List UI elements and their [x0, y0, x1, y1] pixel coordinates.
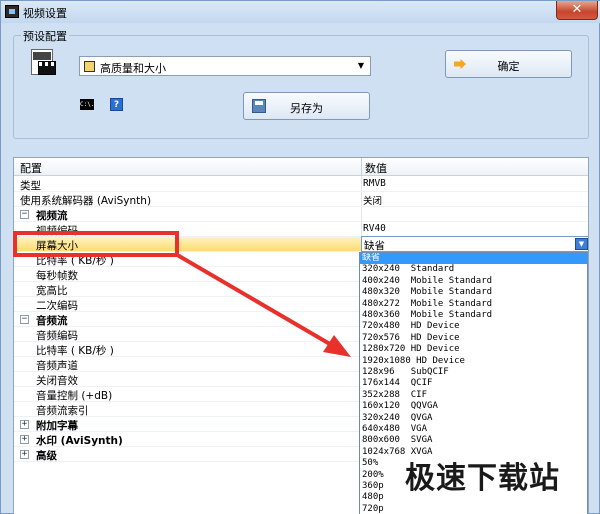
screen-size-select[interactable]: 缺省 ▼	[361, 236, 588, 252]
column-header-value[interactable]: 数值	[365, 160, 387, 176]
expand-icon[interactable]: +	[20, 450, 29, 459]
save-as-button-label: 另存为	[290, 102, 323, 115]
dropdown-option[interactable]: 128x96 SubQCIF	[360, 367, 587, 378]
row-value: RV40	[363, 223, 386, 234]
row-label: 每秒帧数	[36, 270, 78, 282]
preset-select-value: 高质量和大小	[100, 62, 166, 75]
dropdown-option[interactable]: 352x288 CIF	[360, 390, 587, 401]
window-title: 视频设置	[23, 7, 67, 20]
chevron-down-icon[interactable]: ▼	[575, 238, 588, 250]
dropdown-option[interactable]: 320x240 QVGA	[360, 413, 587, 424]
dropdown-option[interactable]: 720x480 HD Device	[360, 321, 587, 332]
grid-row-system-decoder[interactable]: 使用系统解码器 (AviSynth) 关闭	[14, 192, 588, 207]
dropdown-option[interactable]: 800x600 SVGA	[360, 435, 587, 446]
real-tag-icon	[33, 52, 51, 60]
dropdown-option[interactable]: 1280x720 HD Device	[360, 344, 587, 355]
row-label: 音量控制 (+dB)	[36, 390, 113, 402]
row-label: 二次编码	[36, 300, 78, 312]
section-label: 高级	[36, 450, 57, 462]
row-value: RMVB	[363, 178, 386, 189]
close-button[interactable]: ✕	[556, 1, 598, 20]
grid-header: 配置 数值	[14, 158, 588, 176]
dropdown-option[interactable]: 缺省	[360, 253, 587, 265]
app-icon	[5, 5, 19, 18]
expand-icon[interactable]: +	[20, 420, 29, 429]
preset-item-icon	[84, 61, 95, 72]
video-preset-icon	[31, 49, 57, 77]
dropdown-option[interactable]: 176x144 QCIF	[360, 378, 587, 389]
section-label: 视频流	[36, 210, 68, 222]
row-label: 音频编码	[36, 330, 78, 342]
dropdown-option[interactable]: 1920x1080 HD Device	[360, 356, 587, 367]
preset-select[interactable]: 高质量和大小 ▼	[79, 56, 371, 76]
row-label: 宽高比	[36, 285, 68, 297]
dropdown-option[interactable]: 480x272 Mobile Standard	[360, 299, 587, 310]
row-label: 使用系统解码器 (AviSynth)	[20, 195, 152, 207]
row-label: 音频声道	[36, 360, 78, 372]
title-bar[interactable]: 视频设置 ✕	[1, 1, 600, 23]
section-label: 音频流	[36, 315, 68, 327]
command-line-icon[interactable]: C:\.	[80, 99, 94, 110]
collapse-icon[interactable]: −	[20, 210, 29, 219]
dropdown-option[interactable]: 480x320 Mobile Standard	[360, 287, 587, 298]
dropdown-option[interactable]: 720x576 HD Device	[360, 333, 587, 344]
row-value: 关闭	[363, 196, 383, 207]
row-label: 比特率 ( KB/秒 )	[36, 345, 114, 357]
dropdown-option[interactable]: 320x240 Standard	[360, 264, 587, 275]
watermark-logo: 极速下载站	[405, 461, 560, 496]
screen-size-highlight-annotation	[13, 231, 179, 257]
help-icon[interactable]: ?	[110, 98, 123, 111]
dropdown-option[interactable]: 640x480 VGA	[360, 424, 587, 435]
video-settings-window: 视频设置 ✕ 预设配置 高质量和大小 ▼ 确定 C:\. ? 另存为 配置 数值…	[0, 0, 600, 514]
preset-group-label: 预设配置	[21, 28, 69, 44]
ok-button[interactable]: 确定	[445, 50, 572, 78]
section-label: 水印 (AviSynth)	[36, 435, 123, 447]
grid-row-type[interactable]: 类型 RMVB	[14, 177, 588, 192]
row-label: 类型	[20, 180, 41, 192]
grid-section-video[interactable]: − 视频流	[14, 207, 588, 222]
save-as-button[interactable]: 另存为	[243, 92, 370, 120]
header-divider[interactable]	[361, 158, 362, 176]
ok-button-label: 确定	[497, 60, 520, 73]
dropdown-option[interactable]: 160x120 QQVGA	[360, 401, 587, 412]
row-label: 音频流索引	[36, 405, 89, 417]
dropdown-option[interactable]: 400x240 Mobile Standard	[360, 276, 587, 287]
row-label: 关闭音效	[36, 375, 78, 387]
collapse-icon[interactable]: −	[20, 315, 29, 324]
dropdown-option[interactable]: 720p	[360, 504, 587, 514]
column-header-config[interactable]: 配置	[20, 160, 42, 176]
expand-icon[interactable]: +	[20, 435, 29, 444]
chevron-down-icon[interactable]: ▼	[352, 57, 370, 75]
dropdown-option[interactable]: 480x360 Mobile Standard	[360, 310, 587, 321]
screen-size-value: 缺省	[364, 240, 385, 252]
clapperboard-icon	[38, 61, 56, 75]
section-label: 附加字幕	[36, 420, 78, 432]
